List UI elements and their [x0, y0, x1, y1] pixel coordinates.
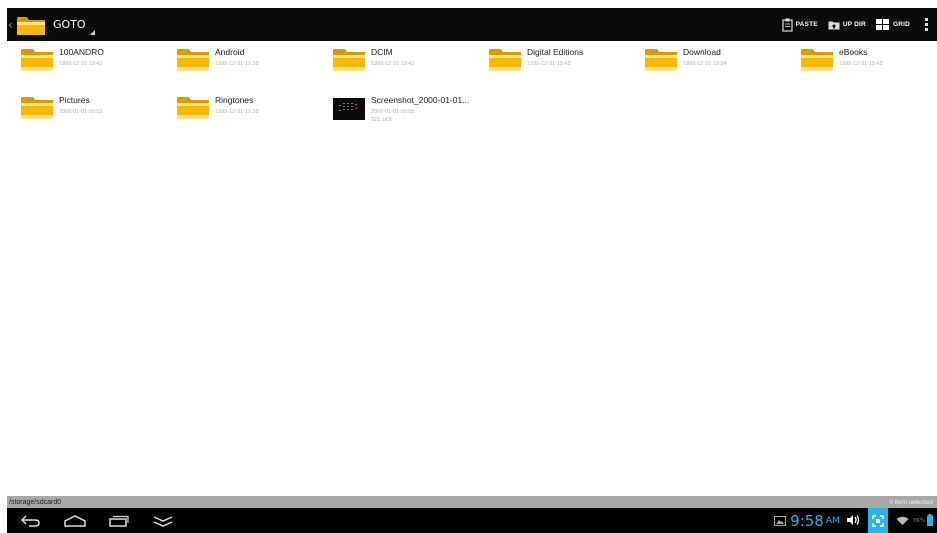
dropdown-corner-icon — [90, 30, 95, 35]
recent-apps-button[interactable] — [99, 508, 139, 533]
volume-icon — [846, 511, 860, 530]
folder-icon — [177, 95, 209, 121]
file-grid: 100ANDRO 1999-12-31 19:41 Android 1999-12-3… — [7, 41, 937, 496]
folder-icon — [645, 47, 677, 73]
back-arrow-icon — [21, 514, 40, 527]
home-nav-button[interactable] — [55, 508, 95, 533]
image-thumbnail — [333, 98, 365, 124]
home-icon — [64, 514, 86, 527]
item-date: 1999-12-31 19:43 — [527, 61, 571, 67]
folder-icon — [177, 47, 209, 73]
current-path: /storage/sdcard0 — [9, 498, 62, 506]
path-status-bar: /storage/sdcard0 0 item selected — [7, 496, 937, 508]
item-name: eBooks — [839, 47, 868, 57]
item-date: 1999-12-31 19:38 — [215, 109, 259, 115]
double-chevron-down-icon — [153, 515, 173, 527]
item-name: DCIM — [371, 47, 393, 57]
system-bar: 9:58 AM 76% — [7, 508, 937, 533]
folder-icon[interactable] — [16, 13, 46, 37]
folder-item[interactable]: DCIM 1999-12-31 19:41 — [319, 41, 469, 89]
recent-apps-icon — [109, 515, 129, 527]
item-name: Ringtones — [215, 95, 254, 105]
item-date: 1999-12-31 19:34 — [683, 61, 727, 67]
paste-button[interactable]: PASTE — [777, 8, 823, 41]
item-name: Download — [683, 47, 721, 57]
folder-item[interactable]: Ringtones 1999-12-31 19:38 — [163, 89, 313, 137]
wifi-icon — [896, 511, 909, 530]
item-date: 1999-12-31 19:38 — [215, 61, 259, 67]
folder-item[interactable]: Digital Editions 1999-12-31 19:43 — [475, 41, 625, 89]
folder-item[interactable]: Download 1999-12-31 19:34 — [631, 41, 781, 89]
battery-percent: 76% — [912, 517, 925, 524]
item-name: 100ANDRO — [59, 47, 104, 57]
folder-icon — [801, 47, 833, 73]
item-date: 2000-01-01 09:58 — [371, 109, 415, 115]
folder-icon — [21, 95, 53, 121]
folder-item[interactable]: Android 1999-12-31 19:38 — [163, 41, 313, 89]
screen-capture-toggle-icon[interactable] — [867, 508, 888, 533]
item-name: Screenshot_2000-01-01... — [371, 95, 470, 105]
action-bar: ‹ GOTO PASTE UP DIR GRID — [7, 8, 937, 41]
item-date: 1999-12-31 19:41 — [59, 61, 103, 67]
grid-label: GRID — [892, 21, 910, 28]
folder-icon — [333, 47, 365, 73]
folder-icon — [21, 47, 53, 73]
clock-ampm: AM — [825, 515, 840, 526]
item-date: 1999-12-31 19:43 — [839, 61, 883, 67]
folder-item[interactable]: 100ANDRO 1999-12-31 19:41 — [7, 41, 157, 89]
item-name: Android — [215, 47, 245, 57]
folder-icon — [489, 47, 521, 73]
up-dir-button[interactable]: UP DIR — [823, 8, 871, 41]
item-date: 2000-01-01 09:52 — [59, 109, 103, 115]
file-item[interactable]: Screenshot_2000-01-01... 2000-01-01 09:58… — [319, 89, 469, 137]
folder-item[interactable]: eBooks 1999-12-31 19:43 — [787, 41, 937, 89]
grid-button[interactable]: GRID — [871, 8, 915, 41]
clipboard-icon — [782, 18, 793, 32]
up-dir-label: UP DIR — [842, 21, 866, 28]
goto-label: GOTO — [53, 18, 86, 31]
item-name: Digital Editions — [527, 47, 584, 57]
item-name: Pictures — [59, 95, 90, 105]
paste-label: PASTE — [795, 21, 818, 28]
back-nav-button[interactable] — [11, 508, 51, 533]
goto-dropdown[interactable]: GOTO — [53, 8, 97, 41]
item-date: 1999-12-31 19:41 — [371, 61, 415, 67]
up-folder-icon — [828, 20, 840, 30]
hide-bar-button[interactable] — [143, 508, 183, 533]
item-size: 221.1KB — [371, 117, 393, 123]
folder-item[interactable]: Pictures 2000-01-01 09:52 — [7, 89, 157, 137]
overflow-menu-icon[interactable] — [915, 18, 937, 31]
grid-icon — [875, 18, 890, 31]
battery-icon — [927, 511, 933, 530]
screenshot-notification-icon[interactable] — [774, 511, 787, 530]
clock-time[interactable]: 9:58 — [790, 512, 824, 530]
back-caret-icon[interactable]: ‹ — [8, 18, 16, 32]
selection-count: 0 item selected — [889, 498, 933, 506]
